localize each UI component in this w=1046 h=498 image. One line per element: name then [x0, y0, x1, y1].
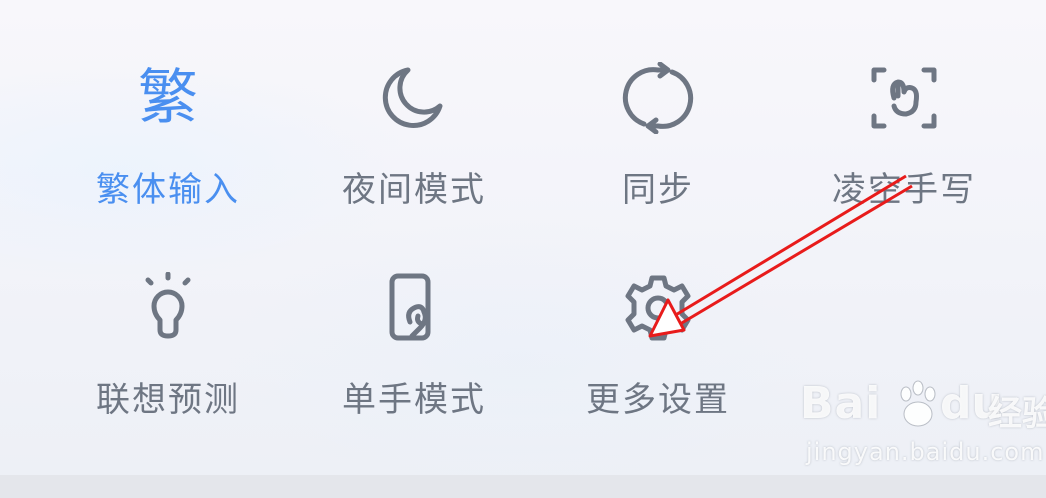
- moon-icon: [374, 58, 454, 138]
- paw-icon: [900, 380, 936, 427]
- tile-predictive-input[interactable]: 联想预测: [48, 268, 288, 448]
- bottom-strip: [0, 475, 1046, 498]
- tile-label: 凌空手写: [832, 170, 976, 210]
- tile-label: 夜间模式: [342, 170, 486, 210]
- one-hand-icon: [374, 268, 454, 348]
- tile-label: 繁体输入: [96, 170, 240, 210]
- tile-sync[interactable]: 同步: [538, 58, 778, 238]
- tile-label: 更多设置: [586, 380, 730, 420]
- air-handwriting-icon: [864, 58, 944, 138]
- gear-icon: [618, 268, 698, 348]
- tile-label: 单手模式: [342, 380, 486, 420]
- baidu-jingyan-watermark: Bai du 经验 jingyan.baidu.com: [800, 378, 1046, 473]
- tile-label: 联想预测: [96, 380, 240, 420]
- tile-air-handwriting[interactable]: 凌空手写: [784, 58, 1024, 238]
- traditional-chinese-icon: 繁: [138, 63, 198, 133]
- watermark-url: jingyan.baidu.com: [806, 438, 1045, 466]
- tile-one-hand-mode[interactable]: 单手模式: [294, 268, 534, 448]
- watermark-brand-cn: 经验: [988, 394, 1046, 434]
- tile-more-settings[interactable]: 更多设置: [538, 268, 778, 448]
- tile-label: 同步: [622, 170, 694, 210]
- lightbulb-icon: [128, 268, 208, 348]
- watermark-brand-a: Bai: [800, 378, 882, 429]
- tile-night-mode[interactable]: 夜间模式: [294, 58, 534, 238]
- sync-icon: [618, 58, 698, 138]
- tile-traditional-input[interactable]: 繁 繁体输入: [48, 58, 288, 238]
